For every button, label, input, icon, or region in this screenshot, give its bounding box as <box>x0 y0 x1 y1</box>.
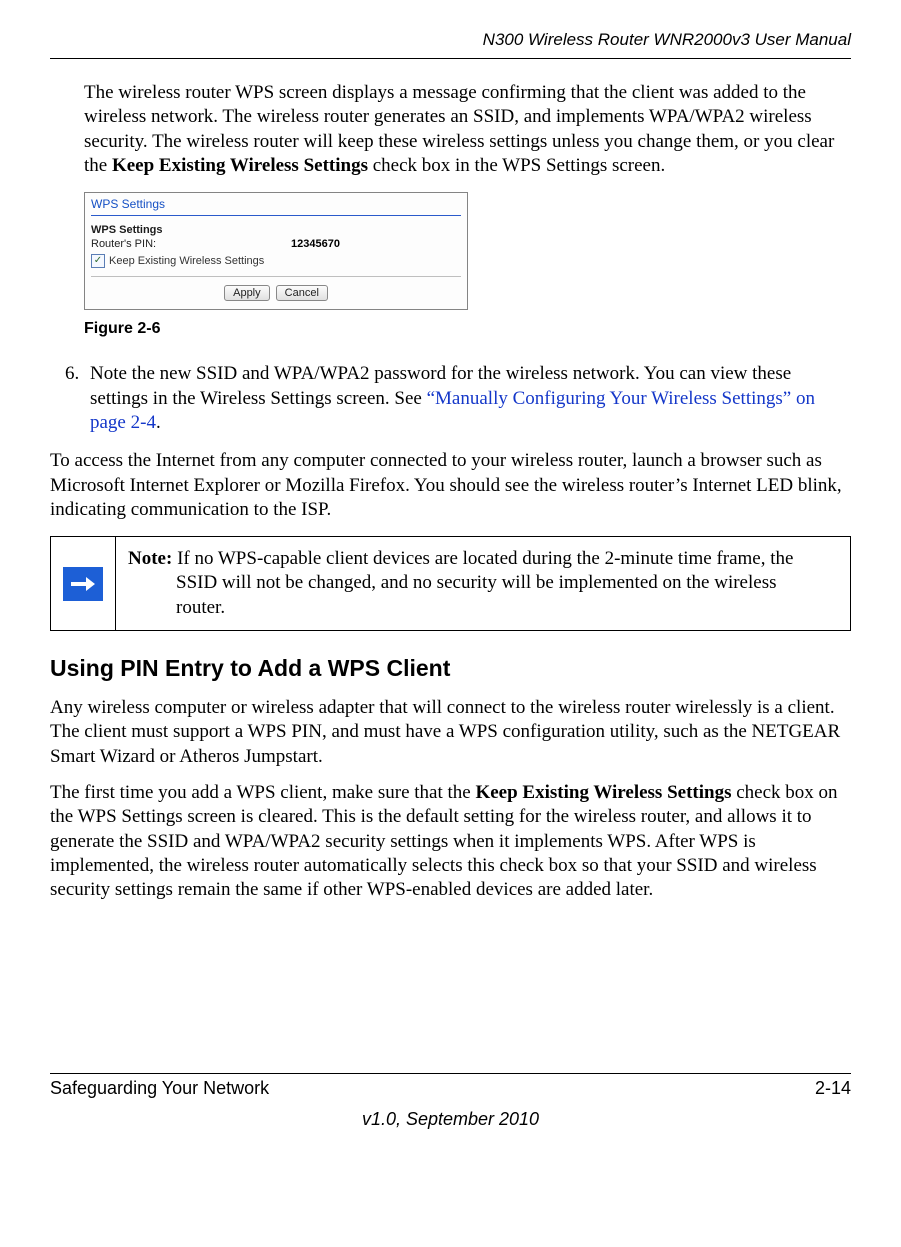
footer-center: v1.0, September 2010 <box>50 1109 851 1130</box>
page-header: N300 Wireless Router WNR2000v3 User Manu… <box>50 30 851 59</box>
intro-text-bold: Keep Existing Wireless Settings <box>112 155 368 176</box>
divider <box>91 276 461 277</box>
wps-settings-panel: WPS Settings WPS Settings Router's PIN: … <box>84 192 468 310</box>
footer-row: Safeguarding Your Network 2-14 <box>50 1078 851 1099</box>
wps-button-row: Apply Cancel <box>85 283 467 309</box>
cancel-button[interactable]: Cancel <box>276 285 328 301</box>
list-item-6: Note the new SSID and WPA/WPA2 password … <box>84 362 851 435</box>
divider <box>91 215 461 216</box>
note-box: Note: If no WPS-capable client devices a… <box>50 536 851 631</box>
access-internet-paragraph: To access the Internet from any computer… <box>50 449 851 522</box>
router-pin-row: Router's PIN: 12345670 <box>85 236 467 252</box>
intro-paragraph: The wireless router WPS screen displays … <box>84 81 851 178</box>
footer-left: Safeguarding Your Network <box>50 1078 269 1099</box>
list6-text-b: . <box>156 412 161 433</box>
note-line1: If no WPS-capable client devices are loc… <box>172 548 793 569</box>
note-line3: router. <box>128 596 838 620</box>
para4-bold: Keep Existing Wireless Settings <box>475 782 731 803</box>
router-pin-value: 12345670 <box>291 238 340 250</box>
keep-settings-row: ✓ Keep Existing Wireless Settings <box>85 252 467 276</box>
note-text: Note: If no WPS-capable client devices a… <box>116 537 850 630</box>
section-heading: Using PIN Entry to Add a WPS Client <box>50 655 851 682</box>
note-icon-cell <box>51 537 116 630</box>
figure-2-6: WPS Settings WPS Settings Router's PIN: … <box>84 192 851 310</box>
router-pin-label: Router's PIN: <box>91 238 291 250</box>
intro-text-post: check box in the WPS Settings screen. <box>368 155 665 176</box>
apply-button[interactable]: Apply <box>224 285 270 301</box>
note-line2: SSID will not be changed, and no securit… <box>128 571 838 595</box>
keep-settings-checkbox[interactable]: ✓ <box>91 254 105 268</box>
wps-subheading: WPS Settings <box>85 224 467 236</box>
pin-entry-paragraph-2: The first time you add a WPS client, mak… <box>50 781 851 903</box>
figure-caption: Figure 2-6 <box>84 320 851 338</box>
pin-entry-paragraph-1: Any wireless computer or wireless adapte… <box>50 696 851 769</box>
numbered-list: Note the new SSID and WPA/WPA2 password … <box>50 362 851 435</box>
note-arrow-icon <box>63 567 103 601</box>
footer-rule <box>50 1073 851 1074</box>
wps-panel-title: WPS Settings <box>85 193 467 213</box>
keep-settings-label: Keep Existing Wireless Settings <box>109 255 264 267</box>
note-label: Note: <box>128 548 172 569</box>
footer-page-number: 2-14 <box>815 1078 851 1099</box>
para4-pre: The first time you add a WPS client, mak… <box>50 782 475 803</box>
